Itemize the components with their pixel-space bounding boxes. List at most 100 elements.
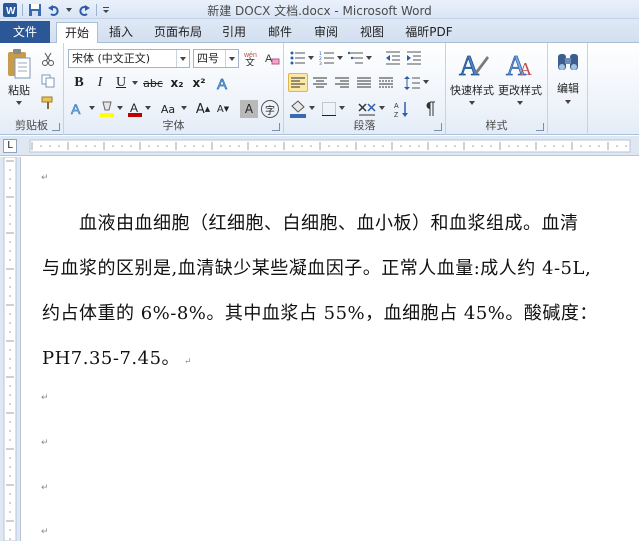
bold-button[interactable]: B <box>70 74 88 92</box>
borders-icon[interactable] <box>320 100 338 118</box>
group-font: 宋体 (中文正文) 四号 wén 文 A B I U abc x₂ x² A A… <box>64 43 284 135</box>
font-color-icon[interactable]: A <box>126 99 144 119</box>
show-marks-icon[interactable] <box>420 99 440 119</box>
distributed-icon[interactable] <box>376 73 396 92</box>
multilevel-dropdown-icon[interactable] <box>365 54 373 62</box>
group-paragraph: 123 A Z 段落 <box>284 43 446 135</box>
tab-home[interactable]: 开始 <box>56 22 98 44</box>
sort-icon[interactable]: AZ <box>392 99 412 119</box>
paragraph-mark-icon: ↵ <box>184 357 193 367</box>
styles-launcher-icon[interactable] <box>536 123 544 131</box>
superscript-button[interactable]: x² <box>189 74 209 92</box>
font-group-label: 字体 <box>162 119 185 132</box>
tab-review[interactable]: 审阅 <box>308 22 344 43</box>
decrease-indent-icon[interactable] <box>384 49 402 67</box>
paragraph-launcher-icon[interactable] <box>434 123 442 131</box>
quick-styles-dropdown-icon[interactable] <box>468 99 476 107</box>
editing-button[interactable]: 编辑 <box>548 81 588 95</box>
underline-dropdown-icon[interactable] <box>131 79 139 87</box>
format-painter-icon[interactable] <box>40 95 56 111</box>
tab-foxit-pdf[interactable]: 福昕PDF <box>400 22 458 43</box>
quick-styles-icon[interactable]: A <box>452 47 492 81</box>
tab-page-layout[interactable]: 页面布局 <box>148 22 208 43</box>
change-styles-dropdown-icon[interactable] <box>516 99 524 107</box>
change-styles-icon[interactable]: AA <box>500 47 540 81</box>
text-effects-dropdown-icon[interactable]: A <box>68 99 88 119</box>
document-text-line-3[interactable]: 约占体重的 6%-8%。其中血浆占 55%，血细胞占 45%。酸碱度： <box>42 299 598 325</box>
tab-insert[interactable]: 插入 <box>102 22 140 43</box>
grow-font-button[interactable]: A ▲ <box>194 100 212 118</box>
bullets-icon[interactable] <box>289 49 307 67</box>
line-spacing-icon[interactable] <box>402 73 422 92</box>
align-right-icon[interactable] <box>332 73 352 92</box>
document-text-line-2[interactable]: 与血浆的区别是,血清缺少某些凝血因子。正常人血量:成人约 4-5L, <box>42 254 591 280</box>
character-shading-button[interactable]: A <box>240 100 258 118</box>
shading-icon[interactable] <box>288 99 308 119</box>
tab-view[interactable]: 视图 <box>354 22 390 43</box>
shrink-font-button[interactable]: A ▼ <box>214 100 232 118</box>
paste-button[interactable]: 粘贴 <box>4 83 34 97</box>
cut-icon[interactable] <box>40 51 56 67</box>
numbering-icon[interactable]: 123 <box>318 49 336 67</box>
grow-font-label: A <box>195 101 205 117</box>
increase-indent-icon[interactable] <box>405 49 423 67</box>
document-text-line-1[interactable]: 血液由血细胞（红细胞、白细胞、血小板）和血浆组成。血清 <box>42 209 579 235</box>
svg-text:A: A <box>130 101 138 115</box>
document-page[interactable]: ↵ 血液由血细胞（红细胞、白细胞、血小板）和血浆组成。血清 与血浆的区别是,血清… <box>22 157 639 541</box>
document-text-line-4[interactable]: PH7.35-7.45。 ↵ <box>42 344 192 370</box>
change-styles-button[interactable]: 更改样式 <box>496 83 544 97</box>
font-name-dropdown[interactable]: 宋体 (中文正文) <box>68 49 190 68</box>
subscript-button[interactable]: x₂ <box>167 74 187 92</box>
window-title: 新建 DOCX 文档.docx - Microsoft Word <box>207 4 432 18</box>
change-case-button[interactable]: Aa <box>156 100 180 118</box>
clear-formatting-icon[interactable]: A <box>263 48 281 68</box>
svg-text:A: A <box>394 103 399 110</box>
justify-icon[interactable] <box>354 73 374 92</box>
italic-button[interactable]: I <box>91 74 109 92</box>
chinese-layout-icon[interactable] <box>356 99 378 119</box>
find-binoculars-icon[interactable] <box>554 47 582 77</box>
svg-text:A: A <box>71 101 81 117</box>
shading-dropdown-icon[interactable] <box>308 104 316 112</box>
editing-dropdown-icon[interactable] <box>564 98 572 106</box>
paste-dropdown-icon[interactable] <box>14 99 24 107</box>
enclose-characters-button[interactable]: 字 <box>261 100 279 118</box>
horizontal-ruler[interactable]: L <box>0 136 639 156</box>
font-size-value: 四号 <box>197 52 219 65</box>
svg-text:A: A <box>217 76 227 92</box>
title-bar: W 新建 DOCX 文档.docx - Microsoft Word <box>0 0 639 19</box>
phonetic-guide-icon[interactable]: wén 文 <box>243 48 261 68</box>
align-center-icon[interactable] <box>310 73 330 92</box>
paragraph-mark-icon: ↵ <box>41 527 49 537</box>
strikethrough-button[interactable]: abc <box>142 74 164 92</box>
highlight-dropdown-icon[interactable] <box>116 104 124 112</box>
clipboard-launcher-icon[interactable] <box>52 123 60 131</box>
tab-selector-icon[interactable]: L <box>3 139 17 153</box>
tab-references[interactable]: 引用 <box>216 22 252 43</box>
paragraph-mark-icon: ↵ <box>41 173 49 183</box>
ribbon-tabs: 文件 开始 插入 页面布局 引用 邮件 审阅 视图 福昕PDF <box>0 19 639 44</box>
tab-mailings[interactable]: 邮件 <box>262 22 298 43</box>
change-case-dropdown-icon[interactable] <box>180 104 188 112</box>
align-left-icon[interactable] <box>288 73 308 92</box>
text-effects-arrow-icon[interactable] <box>88 104 96 112</box>
tab-file[interactable]: 文件 <box>0 21 50 43</box>
svg-text:3: 3 <box>319 61 322 65</box>
quick-styles-button[interactable]: 快速样式 <box>448 83 496 97</box>
underline-button[interactable]: U <box>112 74 130 92</box>
font-size-dropdown[interactable]: 四号 <box>193 49 239 68</box>
bullets-dropdown-icon[interactable] <box>307 54 315 62</box>
borders-dropdown-icon[interactable] <box>338 104 346 112</box>
group-editing: 编辑 <box>548 43 588 135</box>
text-effects-icon[interactable]: A <box>214 73 234 93</box>
highlight-color-icon[interactable] <box>98 99 116 119</box>
multilevel-list-icon[interactable] <box>347 49 365 67</box>
copy-icon[interactable] <box>40 73 56 89</box>
paste-icon[interactable] <box>4 47 34 81</box>
line-spacing-dropdown-icon[interactable] <box>422 78 430 86</box>
numbering-dropdown-icon[interactable] <box>336 54 344 62</box>
chinese-layout-dropdown-icon[interactable] <box>378 104 386 112</box>
vertical-ruler[interactable] <box>0 156 21 541</box>
font-color-dropdown-icon[interactable] <box>144 104 152 112</box>
font-launcher-icon[interactable] <box>272 123 280 131</box>
